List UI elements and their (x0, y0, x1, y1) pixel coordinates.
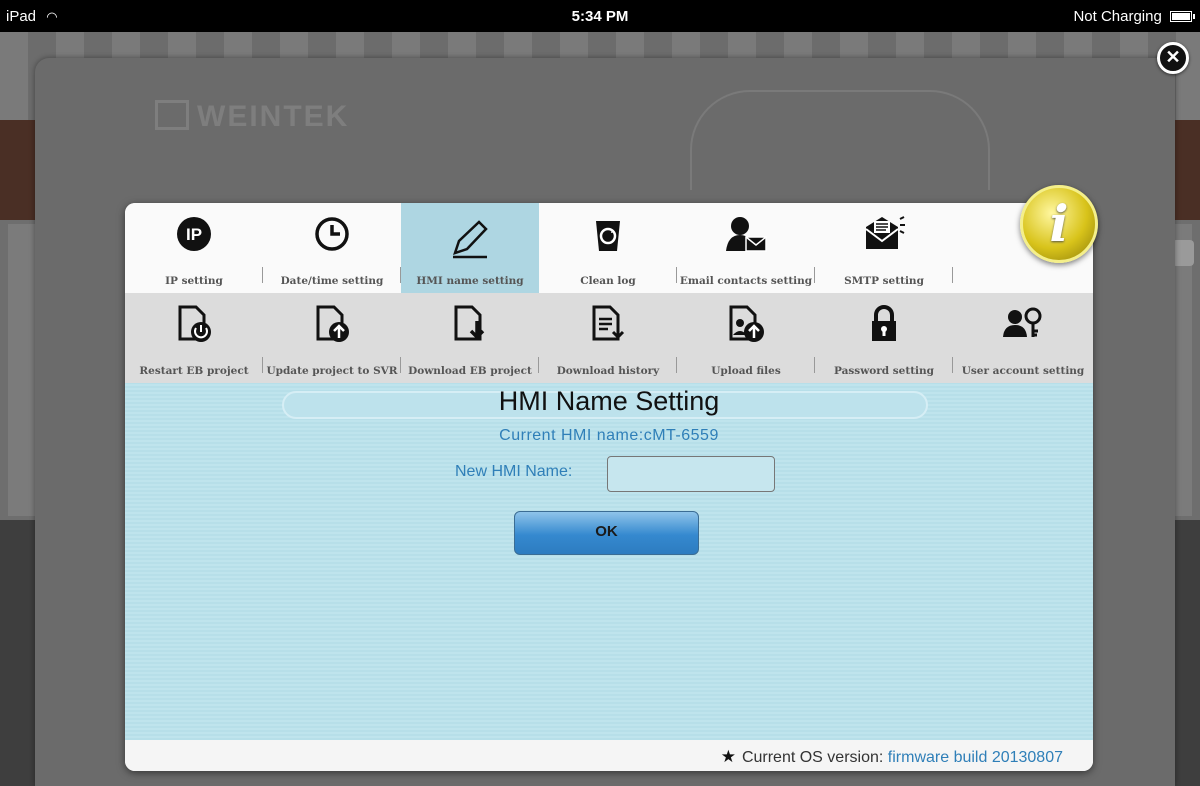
status-battery: Not Charging (1073, 8, 1195, 25)
tab-label: Date/time setting (280, 275, 384, 287)
tab-label: Update project to SVR (266, 365, 398, 377)
tab-ip-setting[interactable]: IP IP setting (125, 203, 263, 293)
history-download-icon (539, 305, 677, 343)
lock-icon (815, 305, 953, 343)
tab-label: User account setting (961, 365, 1085, 377)
os-version: ★ Current OS version: firmware build 2013… (721, 747, 1063, 767)
background-ghost-button (1172, 240, 1194, 266)
info-icon[interactable]: i (1020, 185, 1098, 263)
recycle-bin-icon (539, 215, 677, 253)
tab-clean-log[interactable]: Clean log (539, 203, 677, 293)
tab-row-2: Restart EB project Update project to SVR… (125, 293, 1093, 383)
weintek-logo: WEINTEK (155, 100, 349, 134)
upload-files-icon (677, 305, 815, 343)
tab-label: Restart EB project (139, 365, 249, 377)
tab-label: Clean log (580, 275, 636, 287)
new-hmi-name-label: New HMI Name: (455, 463, 573, 480)
page-title: HMI Name Setting (498, 386, 720, 416)
user-key-icon (953, 305, 1093, 343)
active-tab-highlight (401, 253, 539, 293)
tab-label: Download EB project (408, 365, 532, 377)
new-hmi-name-input[interactable] (607, 456, 775, 492)
tab-label: Upload files (711, 365, 781, 377)
firmware-version: firmware build 20130807 (887, 749, 1063, 766)
tab-email-contacts[interactable]: Email contacts setting (677, 203, 815, 293)
email-contact-icon (677, 215, 815, 253)
current-hmi-name: Current HMI name:cMT-6559 (499, 427, 719, 444)
tab-update-project-svr[interactable]: Update project to SVR (263, 293, 401, 383)
status-time: 5:34 PM (571, 8, 629, 25)
tab-restart-eb-project[interactable]: Restart EB project (125, 293, 263, 383)
tab-label: HMI name setting (416, 275, 524, 287)
mail-send-icon (815, 215, 953, 253)
upload-doc-icon (263, 305, 401, 343)
star-icon: ★ (720, 747, 736, 766)
battery-icon (1170, 11, 1195, 22)
os-version-label: Current OS version: (741, 749, 884, 766)
close-button[interactable]: ✕ (1157, 42, 1189, 74)
pencil-icon (401, 219, 539, 259)
cloud-icon (690, 90, 990, 190)
tab-download-eb-project[interactable]: Download EB project (401, 293, 539, 383)
tab-label: Email contacts setting (679, 275, 813, 287)
tab-row-1: IP IP setting Date/time setting HMI name… (125, 203, 1093, 293)
tab-password-setting[interactable]: Password setting (815, 293, 953, 383)
tab-smtp-setting[interactable]: SMTP setting (815, 203, 953, 293)
settings-dialog: IP IP setting Date/time setting HMI name… (125, 203, 1093, 771)
tab-label: Password setting (833, 365, 935, 377)
status-bar: iPad ◠ 5:34 PM Not Charging (0, 0, 1200, 32)
battery-label: Not Charging (1073, 8, 1162, 25)
tab-hmi-name-setting[interactable]: HMI name setting (401, 203, 539, 293)
svg-text:IP: IP (186, 225, 202, 244)
hmi-name-panel: HMI Name Setting Current HMI name:cMT-65… (125, 383, 1093, 740)
logo-text: WEINTEK (197, 100, 350, 133)
tab-user-account-setting[interactable]: User account setting (953, 293, 1093, 383)
tab-download-history[interactable]: Download history (539, 293, 677, 383)
restart-icon (125, 305, 263, 343)
ok-button[interactable]: OK (514, 511, 699, 555)
tab-datetime-setting[interactable]: Date/time setting (263, 203, 401, 293)
download-doc-icon (401, 305, 539, 343)
clock-icon (263, 215, 401, 253)
tab-label: Download history (556, 365, 660, 377)
tab-label: SMTP setting (844, 275, 924, 287)
logo-mark-icon (155, 100, 189, 130)
tab-label: IP setting (165, 275, 223, 287)
tab-upload-files[interactable]: Upload files (677, 293, 815, 383)
dialog-footer: ★ Current OS version: firmware build 2013… (125, 740, 1093, 771)
ip-icon: IP (125, 215, 263, 253)
